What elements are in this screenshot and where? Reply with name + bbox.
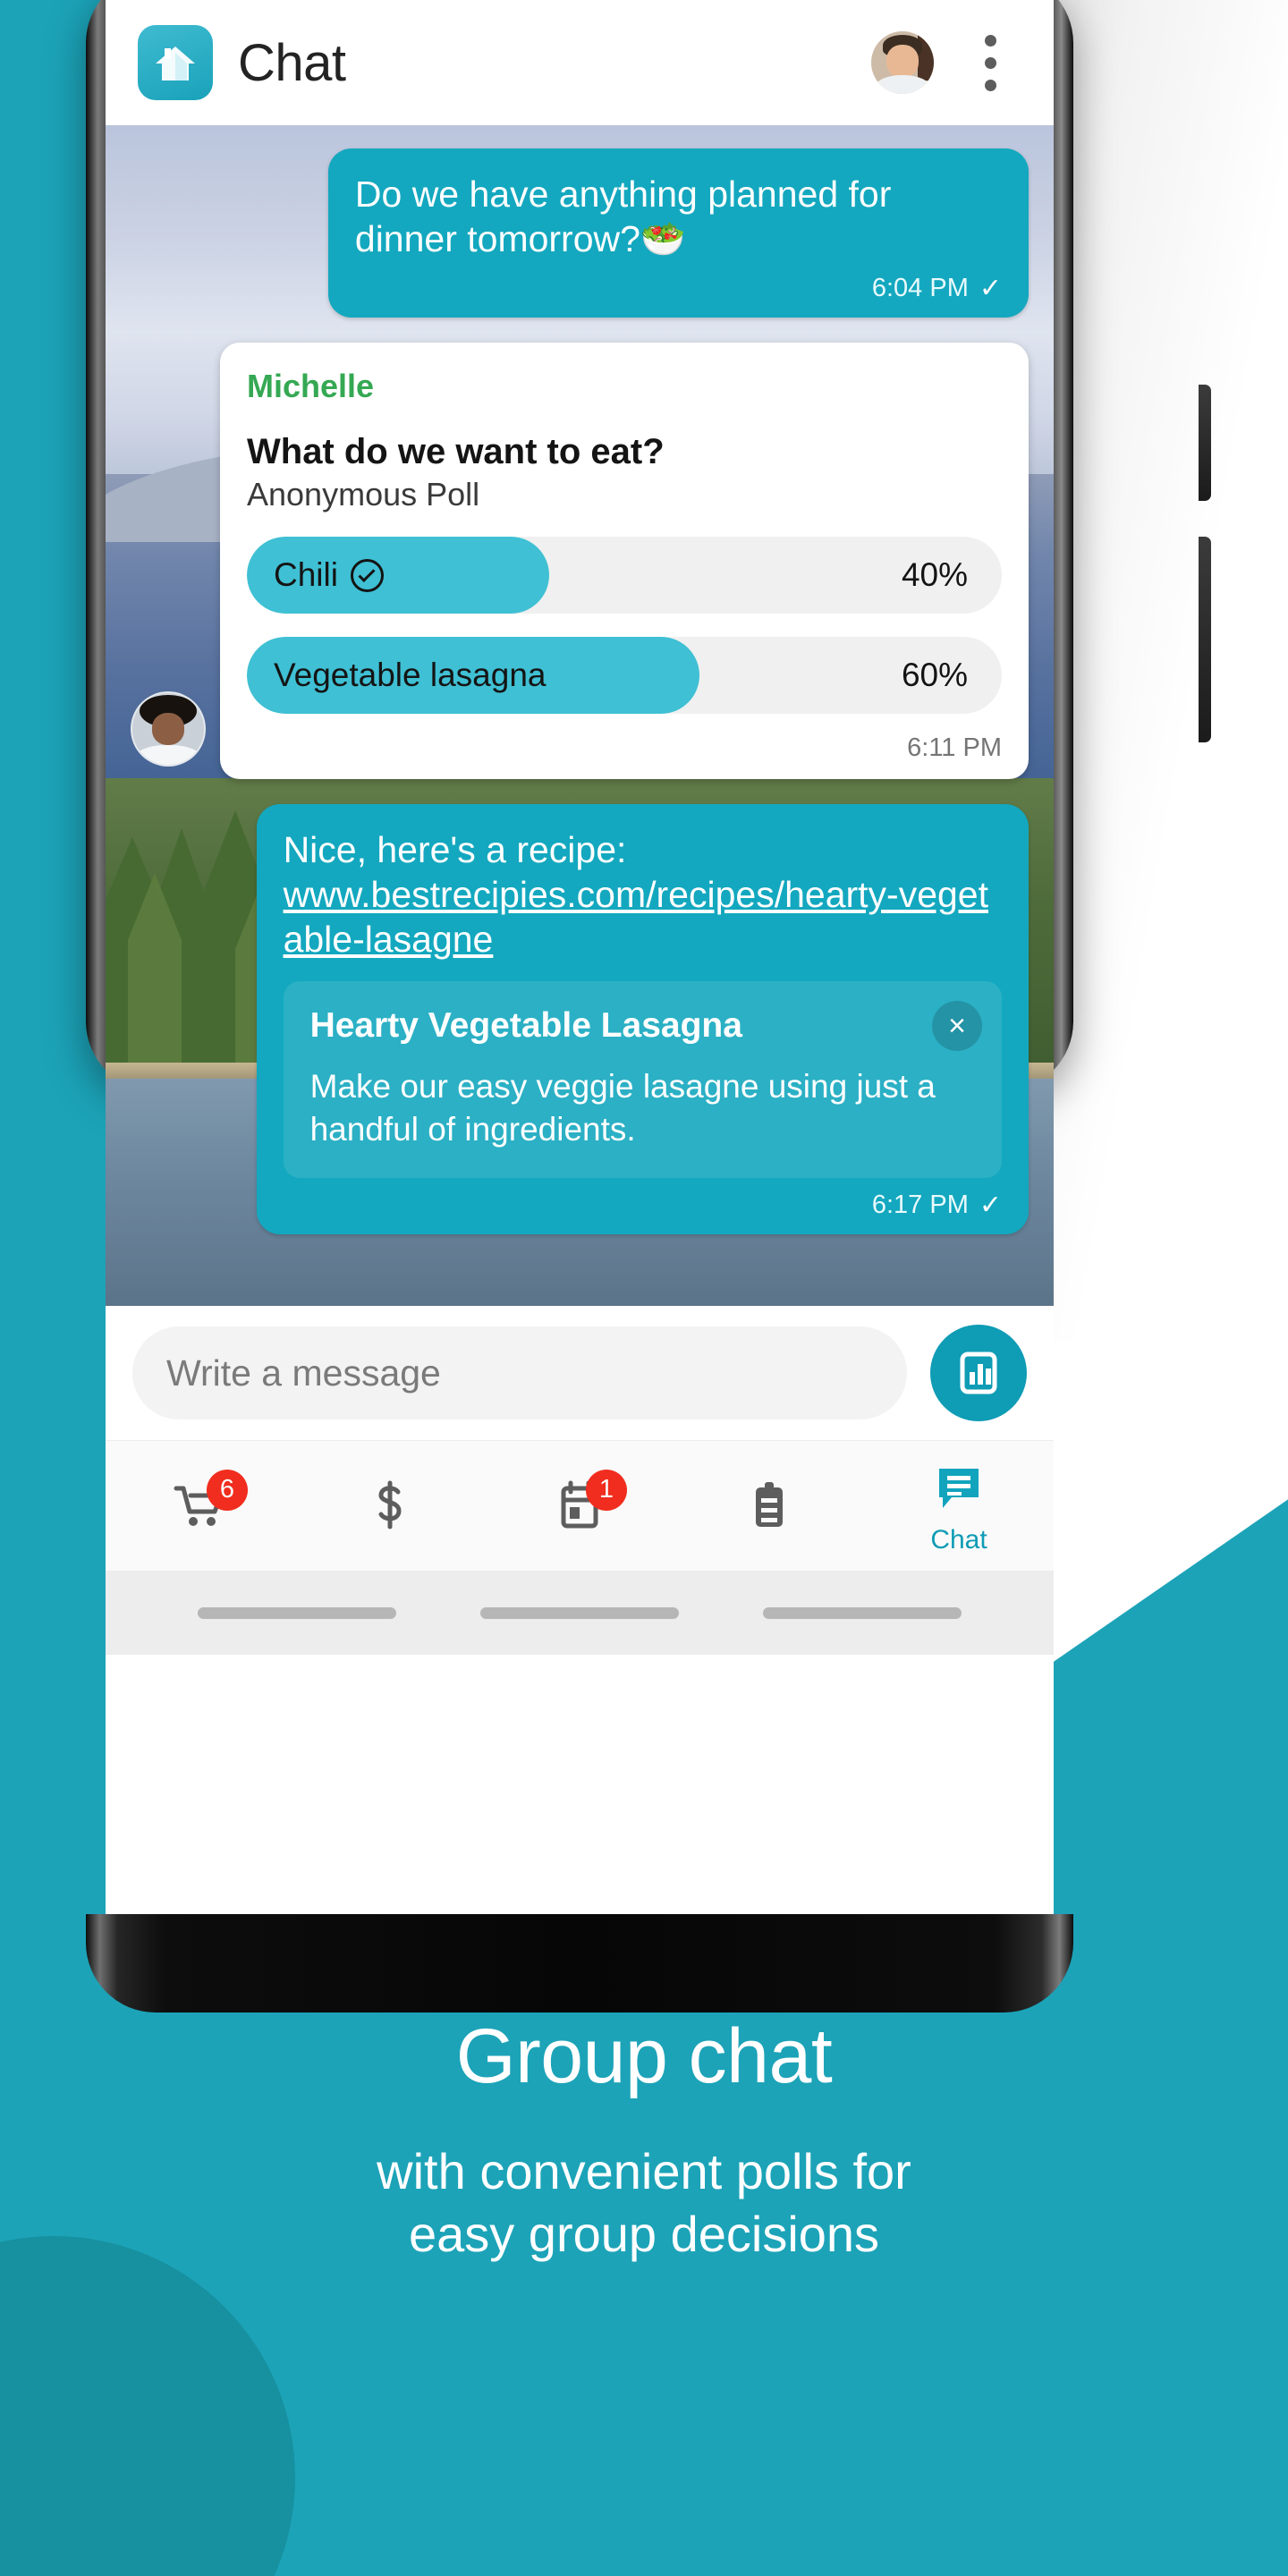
calendar-icon: 1 (547, 1469, 627, 1538)
system-gesture-bar (106, 1571, 1054, 1655)
poll-chart-icon[interactable] (930, 1325, 1027, 1421)
poll-message-row: Michelle What do we want to eat? Anonymo… (131, 343, 1029, 780)
nav-item-calendar[interactable]: 1 (485, 1441, 674, 1571)
message-timestamp: 6:04 PM (871, 274, 969, 303)
poll-sender-name: Michelle (247, 368, 375, 405)
background-decorative-circle (0, 2236, 295, 2576)
poll-option-percent: 40% (901, 556, 968, 594)
link-preview-card[interactable]: × Hearty Vegetable Lasagna Make our easy… (283, 981, 1002, 1179)
phone-bottom-bezel (86, 1914, 1073, 2012)
nav-badge: 1 (586, 1469, 627, 1511)
kebab-dot (984, 79, 996, 91)
message-bubble-outgoing[interactable]: Do we have anything planned for dinner t… (327, 148, 1029, 318)
marketing-caption: Group chat with convenient polls for eas… (0, 2012, 1288, 2266)
poll-meta: 6:11 PM (247, 733, 1002, 763)
message-bubble-outgoing[interactable]: Nice, here's a recipe: www.bestrecipies.… (256, 804, 1029, 1235)
message-timestamp: 6:11 PM (907, 733, 1002, 763)
gesture-pill[interactable] (763, 1606, 962, 1619)
poll-option-percent: 60% (901, 657, 968, 694)
kebab-dot (984, 34, 996, 47)
close-icon[interactable]: × (932, 1001, 982, 1052)
caption-subtitle-line1: with convenient polls for (377, 2143, 911, 2199)
avatar[interactable] (131, 691, 206, 767)
nav-item-list[interactable] (674, 1441, 864, 1571)
phone-side-button-power (1199, 537, 1211, 742)
avatar-shirt (875, 75, 930, 94)
avatar-shirt (135, 744, 201, 766)
single-check-icon: ✓ (979, 273, 1002, 303)
message-text: Nice, here's a recipe: (283, 829, 627, 871)
poll-card[interactable]: Michelle What do we want to eat? Anonymo… (220, 343, 1029, 780)
poll-option[interactable]: Vegetable lasagna 60% (247, 637, 1002, 715)
clipboard-icon (736, 1475, 802, 1538)
app-header: Chat (106, 0, 1054, 125)
message-meta: 6:04 PM ✓ (355, 274, 1002, 303)
avatar[interactable] (871, 31, 934, 94)
poll-option-label-wrap: Vegetable lasagna (247, 657, 547, 694)
poll-subtitle: Anonymous Poll (247, 476, 480, 513)
phone-screen: Chat Do we have anything planned for din… (106, 0, 1054, 1979)
check-circle-icon (350, 558, 384, 592)
message-link[interactable]: www.bestrecipies.com/recipes/hearty-vege… (284, 872, 1002, 962)
nav-item-payments[interactable] (295, 1441, 485, 1571)
dollar-sign-icon (357, 1475, 423, 1538)
caption-subtitle: with convenient polls for easy group dec… (0, 2140, 1288, 2266)
avatar-bg (917, 31, 934, 80)
nav-badge: 6 (207, 1469, 248, 1511)
phone-side-button-volume (1199, 385, 1211, 501)
link-preview-title: Hearty Vegetable Lasagna (309, 1006, 742, 1046)
gesture-pill[interactable] (480, 1606, 679, 1619)
single-check-icon: ✓ (979, 1190, 1002, 1220)
poll-option-label-wrap: Chili (247, 556, 384, 594)
message-meta: 6:17 PM ✓ (284, 1191, 1002, 1220)
poll-question: What do we want to eat? (247, 432, 665, 472)
caption-title: Group chat (455, 2013, 833, 2099)
message-input[interactable] (132, 1326, 907, 1419)
link-preview-description: Make our easy veggie lasagne using just … (309, 1068, 936, 1148)
nav-item-chat[interactable]: Chat (864, 1441, 1054, 1571)
house-icon (138, 25, 213, 100)
message-timestamp: 6:17 PM (871, 1191, 969, 1220)
poll-option-label: Vegetable lasagna (274, 657, 547, 694)
avatar-face (151, 713, 185, 745)
nav-item-cart[interactable]: 6 (106, 1441, 295, 1571)
avatar-face (886, 45, 919, 78)
message-text: Do we have anything planned for dinner t… (354, 174, 892, 260)
kebab-menu-icon[interactable] (959, 25, 1021, 100)
message-composer (106, 1306, 1054, 1440)
gesture-pill[interactable] (198, 1606, 396, 1619)
chat-bubble-icon (926, 1457, 992, 1520)
caption-subtitle-line2: easy group decisions (408, 2206, 880, 2262)
page-title: Chat (238, 33, 346, 92)
shopping-cart-icon: 6 (167, 1469, 248, 1538)
poll-option[interactable]: Chili 40% (247, 537, 1002, 614)
nav-item-label: Chat (930, 1524, 987, 1555)
chat-message-list[interactable]: Do we have anything planned for dinner t… (106, 125, 1054, 1306)
message-scroll-container[interactable]: Do we have anything planned for dinner t… (106, 125, 1054, 1306)
kebab-dot (984, 56, 996, 69)
poll-option-label: Chili (274, 556, 338, 594)
bottom-navigation-bar: 6 1 Chat (106, 1440, 1054, 1571)
